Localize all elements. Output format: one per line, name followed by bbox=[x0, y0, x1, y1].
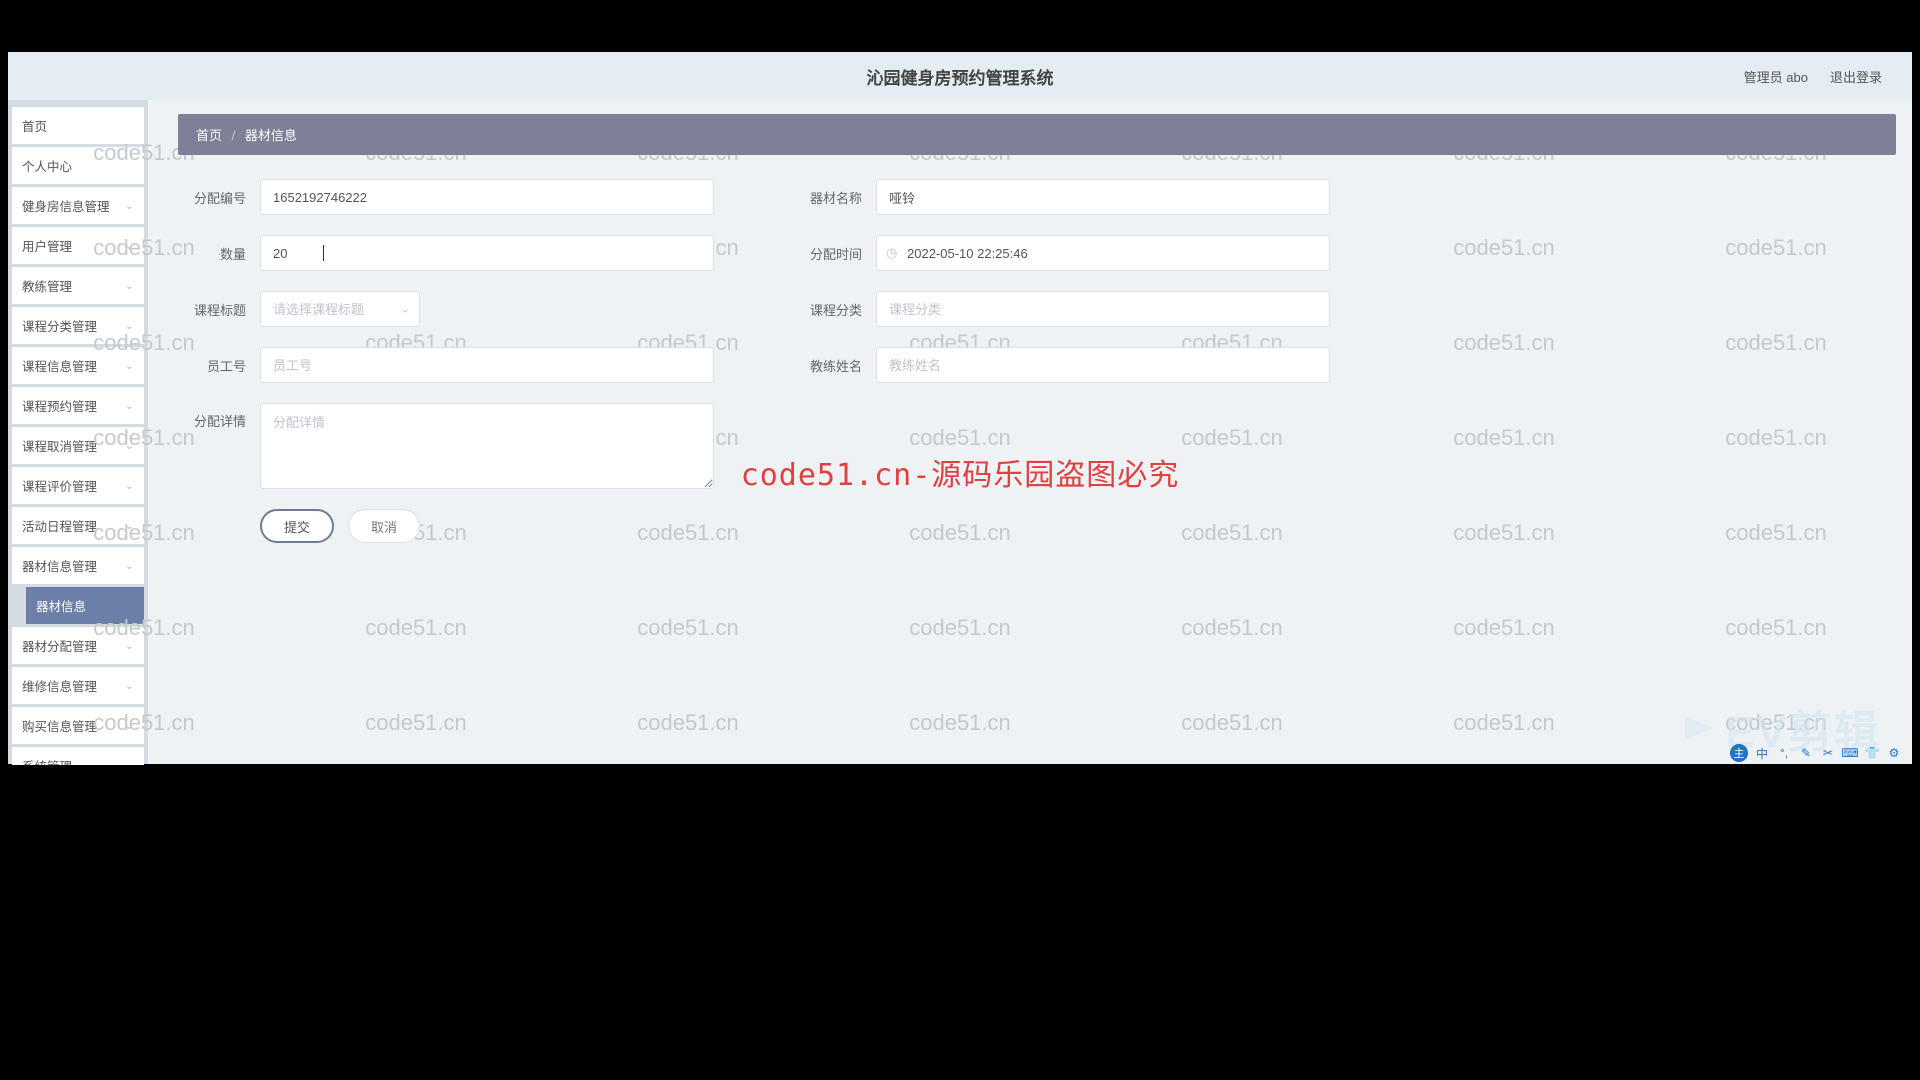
ime-settings-icon[interactable]: ⚙ bbox=[1886, 745, 1902, 761]
text-cursor bbox=[323, 245, 324, 261]
sidebar-item-12[interactable]: 器材信息 bbox=[26, 587, 144, 624]
chevron-down-icon: ⌄ bbox=[125, 479, 134, 492]
alloc-detail-label: 分配详情 bbox=[178, 403, 260, 430]
sidebar-item-label: 器材信息管理 bbox=[22, 556, 97, 575]
sidebar-item-label: 首页 bbox=[22, 116, 47, 135]
sidebar-item-label: 器材信息 bbox=[36, 596, 86, 615]
chevron-down-icon: ⌄ bbox=[125, 399, 134, 412]
sidebar-item-label: 教练管理 bbox=[22, 276, 72, 295]
admin-label[interactable]: 管理员 abo bbox=[1744, 67, 1808, 86]
main-content: 首页 / 器材信息 分配编号 器材名称 数量 bbox=[148, 100, 1912, 764]
app-title: 沁园健身房预约管理系统 bbox=[867, 64, 1054, 89]
sidebar-item-11[interactable]: 器材信息管理 ⌄ bbox=[12, 547, 144, 584]
sidebar-item-15[interactable]: 购买信息管理 ⌄ bbox=[12, 707, 144, 744]
chevron-down-icon: ⌄ bbox=[125, 239, 134, 252]
ime-punct-icon[interactable]: °, bbox=[1776, 745, 1792, 761]
chevron-down-icon: ⌄ bbox=[125, 719, 134, 732]
ime-skin-icon[interactable]: 👕 bbox=[1864, 745, 1880, 761]
sidebar-item-label: 课程预约管理 bbox=[22, 396, 97, 415]
sidebar-item-10[interactable]: 活动日程管理 ⌄ bbox=[12, 507, 144, 544]
sidebar-item-label: 用户管理 bbox=[22, 236, 72, 255]
ime-keyboard-icon[interactable]: ⌨ bbox=[1842, 745, 1858, 761]
alloc-no-label: 分配编号 bbox=[178, 188, 260, 207]
sidebar-item-5[interactable]: 课程分类管理 ⌄ bbox=[12, 307, 144, 344]
chevron-down-icon: ⌄ bbox=[125, 519, 134, 532]
course-title-select[interactable] bbox=[260, 291, 420, 327]
sidebar-item-3[interactable]: 用户管理 ⌄ bbox=[12, 227, 144, 264]
sidebar-item-13[interactable]: 器材分配管理 ⌄ bbox=[12, 627, 144, 664]
quantity-label: 数量 bbox=[178, 244, 260, 263]
sidebar-item-label: 活动日程管理 bbox=[22, 516, 97, 535]
app-header: 沁园健身房预约管理系统 管理员 abo 退出登录 bbox=[8, 52, 1912, 100]
breadcrumb: 首页 / 器材信息 bbox=[178, 114, 1896, 155]
cancel-button[interactable]: 取消 bbox=[348, 509, 420, 543]
sidebar-item-label: 购买信息管理 bbox=[22, 716, 97, 735]
equip-name-input[interactable] bbox=[876, 179, 1330, 215]
equip-name-label: 器材名称 bbox=[794, 188, 876, 207]
sidebar-item-6[interactable]: 课程信息管理 ⌄ bbox=[12, 347, 144, 384]
course-cat-label: 课程分类 bbox=[794, 300, 876, 319]
sidebar-item-label: 健身房信息管理 bbox=[22, 196, 110, 215]
chevron-down-icon: ⌄ bbox=[125, 319, 134, 332]
coach-name-label: 教练姓名 bbox=[794, 356, 876, 375]
course-title-label: 课程标题 bbox=[178, 300, 260, 319]
chevron-down-icon: ⌄ bbox=[125, 639, 134, 652]
sidebar-item-0[interactable]: 首页 bbox=[12, 107, 144, 144]
logout-link[interactable]: 退出登录 bbox=[1830, 67, 1882, 86]
alloc-time-input[interactable] bbox=[876, 235, 1330, 271]
ime-lang-icon[interactable]: 中 bbox=[1754, 745, 1770, 761]
sidebar: 首页个人中心健身房信息管理⌄用户管理⌄教练管理⌄课程分类管理⌄课程信息管理⌄课程… bbox=[8, 100, 148, 764]
alloc-time-label: 分配时间 bbox=[794, 244, 876, 263]
sidebar-item-label: 课程信息管理 bbox=[22, 356, 97, 375]
sidebar-item-1[interactable]: 个人中心 bbox=[12, 147, 144, 184]
chevron-down-icon: ⌄ bbox=[125, 679, 134, 692]
sidebar-item-7[interactable]: 课程预约管理 ⌄ bbox=[12, 387, 144, 424]
alloc-detail-textarea[interactable] bbox=[260, 403, 714, 489]
course-cat-input[interactable] bbox=[876, 291, 1330, 327]
chevron-down-icon: ⌄ bbox=[125, 199, 134, 212]
chevron-down-icon: ⌄ bbox=[125, 439, 134, 452]
ime-scissors-icon[interactable]: ✂ bbox=[1820, 745, 1836, 761]
ime-icon[interactable]: 主 bbox=[1730, 744, 1748, 762]
quantity-input[interactable] bbox=[260, 235, 714, 271]
sidebar-item-label: 课程评价管理 bbox=[22, 476, 97, 495]
chevron-down-icon: ⌄ bbox=[125, 359, 134, 372]
sidebar-item-14[interactable]: 维修信息管理 ⌄ bbox=[12, 667, 144, 704]
breadcrumb-current: 器材信息 bbox=[245, 128, 297, 143]
submit-button[interactable]: 提交 bbox=[260, 509, 334, 543]
sidebar-item-label: 个人中心 bbox=[22, 156, 72, 175]
sidebar-item-9[interactable]: 课程评价管理 ⌄ bbox=[12, 467, 144, 504]
breadcrumb-home[interactable]: 首页 bbox=[196, 128, 222, 143]
emp-no-label: 员工号 bbox=[178, 356, 260, 375]
alloc-no-input[interactable] bbox=[260, 179, 714, 215]
sidebar-item-label: 课程取消管理 bbox=[22, 436, 97, 455]
sidebar-item-label: 课程分类管理 bbox=[22, 316, 97, 335]
coach-name-input[interactable] bbox=[876, 347, 1330, 383]
sidebar-item-4[interactable]: 教练管理 ⌄ bbox=[12, 267, 144, 304]
clock-icon: ◷ bbox=[886, 245, 897, 261]
sidebar-item-2[interactable]: 健身房信息管理 ⌄ bbox=[12, 187, 144, 224]
chevron-down-icon: ⌄ bbox=[125, 279, 134, 292]
sidebar-item-label: 维修信息管理 bbox=[22, 676, 97, 695]
chevron-down-icon: ⌄ bbox=[125, 559, 134, 572]
sidebar-item-label: 器材分配管理 bbox=[22, 636, 97, 655]
emp-no-input[interactable] bbox=[260, 347, 714, 383]
ime-toolbar: 主 中 °, ✎ ✂ ⌨ 👕 ⚙ bbox=[1730, 744, 1902, 762]
sidebar-item-8[interactable]: 课程取消管理 ⌄ bbox=[12, 427, 144, 464]
ime-edit-icon[interactable]: ✎ bbox=[1798, 745, 1814, 761]
